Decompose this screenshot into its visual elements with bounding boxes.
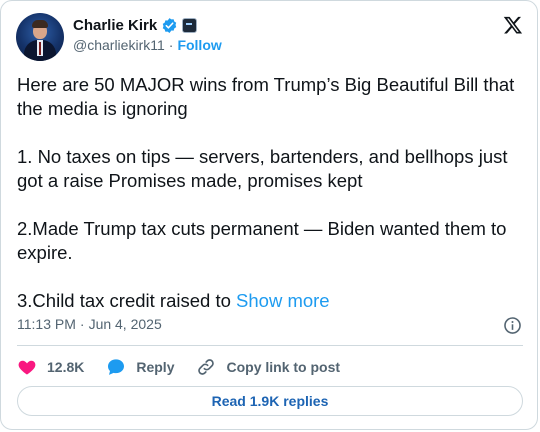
post-text: Here are 50 MAJOR wins from Trump’s Big …: [17, 73, 527, 313]
like-button[interactable]: 12.8K: [17, 357, 84, 377]
affiliation-badge-icon[interactable]: [182, 17, 198, 33]
reply-button[interactable]: Reply: [106, 357, 174, 377]
post-date: Jun 4, 2025: [88, 316, 162, 332]
handle-separator: ·: [168, 37, 174, 53]
speech-bubble-icon: [108, 359, 125, 375]
verified-badge-icon: [162, 17, 177, 33]
copy-link-label: Copy link to post: [226, 359, 341, 375]
post-paragraph-2: 1. No taxes on tips — servers, bartender…: [17, 146, 508, 191]
avatar-tie: [39, 42, 41, 55]
embedded-post-card: Charlie Kirk @charliekirk11 · Follow Her…: [0, 0, 538, 430]
post-paragraph-3: 2.Made Trump tax cuts permanent — Biden …: [17, 218, 507, 263]
follow-link[interactable]: Follow: [177, 37, 221, 53]
post-paragraph-4-text: 3.Child tax credit raised to: [17, 290, 231, 311]
post-time: 11:13 PM: [17, 316, 76, 332]
reply-label: Reply: [136, 359, 175, 375]
heart-icon: [18, 360, 36, 375]
author-name[interactable]: Charlie Kirk: [73, 17, 157, 34]
read-replies-button[interactable]: Read 1.9K replies: [17, 386, 523, 416]
info-icon[interactable]: [503, 316, 522, 335]
read-replies-label: Read 1.9K replies: [211, 393, 329, 409]
timestamp-separator: ·: [79, 316, 85, 332]
author-handle-row: @charliekirk11 · Follow: [73, 37, 222, 53]
post-actions: 12.8K Reply Copy link to post: [17, 356, 362, 378]
likes-count: 12.8K: [47, 359, 85, 375]
link-icon: [198, 359, 215, 375]
post-timestamp[interactable]: 11:13 PM · Jun 4, 2025: [17, 316, 162, 332]
divider: [17, 345, 523, 346]
post-paragraph-4: 3.Child tax credit raised to Show more: [17, 289, 527, 313]
avatar-hair: [32, 20, 48, 28]
author-name-row: Charlie Kirk: [73, 15, 198, 35]
copy-link-button[interactable]: Copy link to post: [196, 357, 340, 377]
show-more-link[interactable]: Show more: [236, 290, 330, 311]
x-logo-icon[interactable]: [503, 15, 523, 35]
author-handle[interactable]: @charliekirk11: [73, 37, 165, 53]
avatar[interactable]: [16, 13, 64, 61]
post-paragraph-1: Here are 50 MAJOR wins from Trump’s Big …: [17, 74, 515, 119]
